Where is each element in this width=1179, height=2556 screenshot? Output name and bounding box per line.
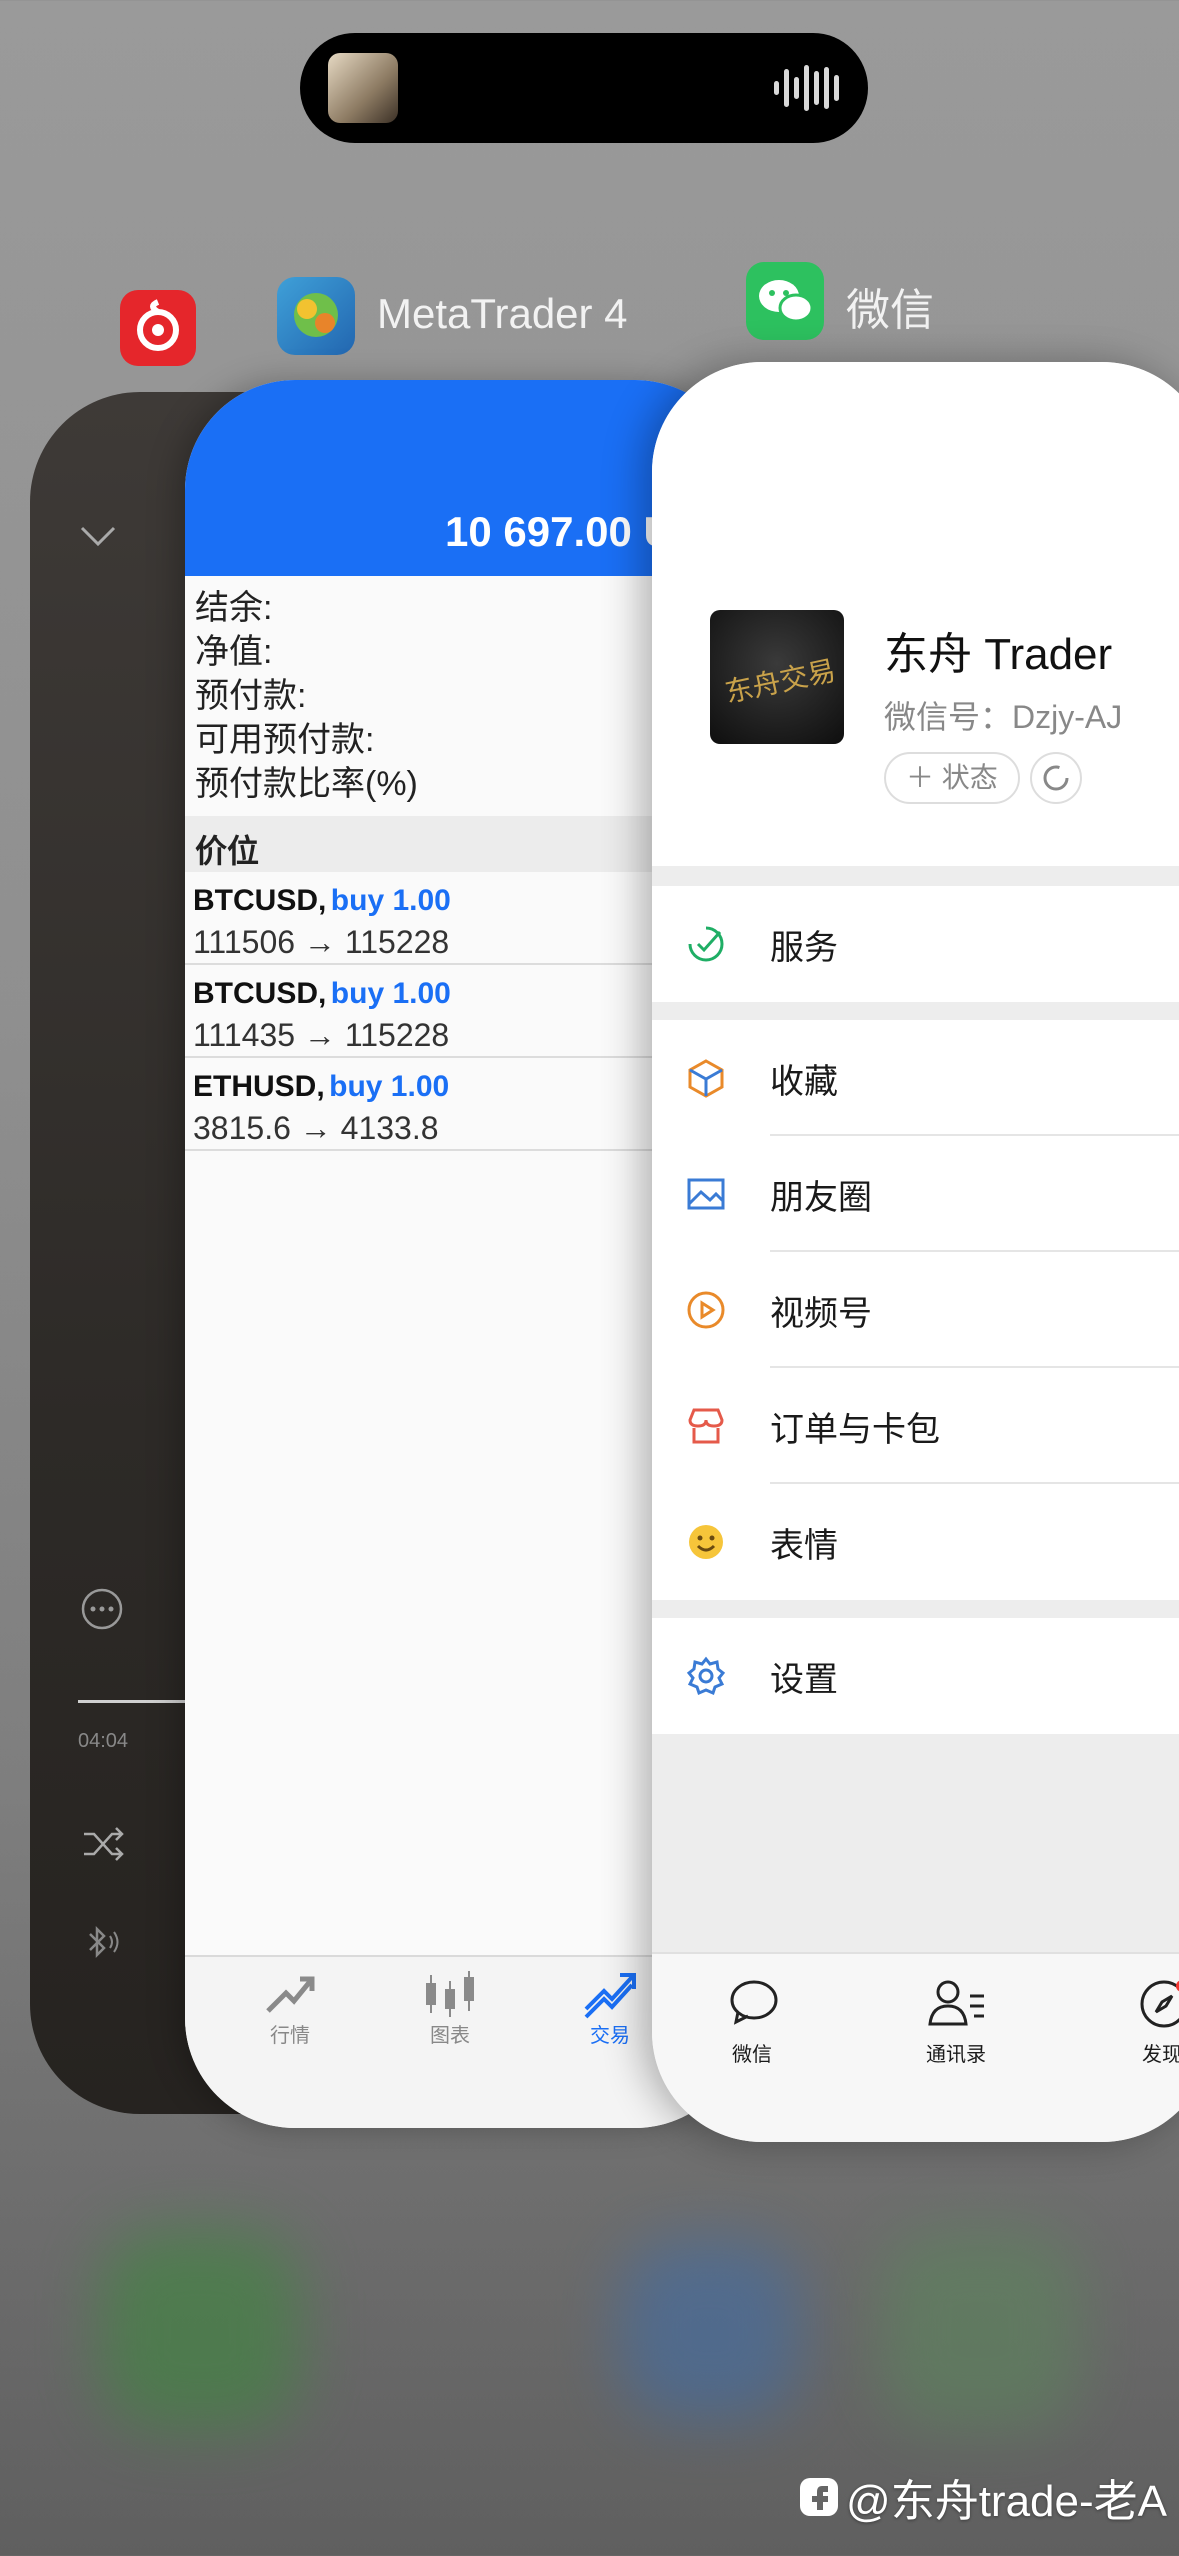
service-icon	[688, 926, 724, 962]
quotes-icon	[266, 1976, 315, 2013]
moments-icon	[687, 1178, 725, 1210]
sticker-icon	[689, 1525, 723, 1559]
wechat-icon[interactable]	[746, 262, 824, 340]
tab-discover[interactable]: 发现	[1102, 1972, 1179, 2092]
menu-item-channels[interactable]: 视频号	[652, 1252, 1179, 1368]
netease-music-icon[interactable]	[120, 290, 196, 366]
menu-item-service[interactable]: 服务	[652, 886, 1179, 1002]
shuffle-icon[interactable]	[82, 1824, 126, 1864]
position-side: buy 1.00	[330, 884, 451, 917]
position-prices: 111506 → 115228	[193, 924, 450, 960]
elapsed-time: 04:04	[78, 1730, 129, 1752]
watermark: @东舟trade-老A	[798, 2465, 1167, 2529]
avatar[interactable]: 东舟交易	[710, 610, 844, 744]
section-header-label: 价位	[195, 833, 260, 869]
menu-item-sticker[interactable]: 表情	[652, 1484, 1179, 1600]
more-icon[interactable]	[80, 1587, 124, 1631]
settings-icon	[686, 1656, 726, 1696]
wechat-tab-bar: 微信 通讯录 发现	[652, 1952, 1179, 2142]
menu-label: 视频号	[770, 1295, 872, 1333]
tab-contacts[interactable]: 通讯录	[896, 1972, 1016, 2092]
metatrader-icon[interactable]	[277, 277, 355, 355]
tab-label: 行情	[270, 2025, 310, 2047]
balance-value: 10 697.00 U	[445, 508, 674, 555]
profile-section[interactable]: 东舟交易 东舟 Trader 微信号：Dzjy-AJ ＋ 状态	[652, 362, 1179, 866]
status-ring-button[interactable]	[1030, 752, 1082, 804]
tab-quotes[interactable]: 行情	[230, 1969, 350, 2048]
dock-app-blur	[880, 2230, 1080, 2430]
tab-chats[interactable]: 微信	[692, 1972, 812, 2092]
bluetooth-audio-icon[interactable]	[82, 1922, 122, 1962]
dock-app-blur	[100, 2230, 300, 2430]
tab-chart[interactable]: 图表	[390, 1969, 510, 2048]
trade-icon	[584, 1973, 636, 2019]
audio-wave-icon	[774, 65, 839, 111]
avatar-logo-text: 东舟交易	[722, 653, 839, 710]
menu-label: 表情	[770, 1527, 838, 1565]
orders-icon	[688, 1408, 724, 1444]
position-side: buy 1.00	[329, 1070, 450, 1103]
position-prices: 3815.6 → 4133.8	[193, 1110, 439, 1146]
chat-icon	[730, 1980, 778, 2025]
dynamic-island[interactable]	[300, 33, 868, 143]
wechat-id: 微信号：Dzjy-AJ	[884, 699, 1123, 735]
menu-label: 收藏	[770, 1063, 838, 1101]
position-side: buy 1.00	[330, 977, 451, 1010]
menu-label: 朋友圈	[770, 1179, 872, 1217]
position-symbol: BTCUSD,	[193, 977, 327, 1010]
menu-item-settings[interactable]: 设置	[652, 1618, 1179, 1734]
position-symbol: BTCUSD,	[193, 884, 327, 917]
discover-icon	[1140, 1980, 1179, 2028]
channels-icon	[687, 1291, 725, 1329]
app-label-wechat: 微信	[846, 286, 934, 335]
profile-name: 东舟 Trader	[884, 630, 1113, 679]
watermark-text: @东舟trade-老A	[846, 2477, 1167, 2526]
menu-label: 服务	[770, 929, 838, 967]
app-label-metatrader: MetaTrader 4	[377, 290, 628, 337]
status-button[interactable]: ＋ 状态	[884, 752, 1020, 804]
tab-label: 微信	[732, 2044, 772, 2066]
menu-label: 订单与卡包	[770, 1411, 940, 1449]
menu-item-orders[interactable]: 订单与卡包	[652, 1368, 1179, 1484]
menu-label: 设置	[770, 1661, 838, 1699]
tab-label: 发现	[1142, 2044, 1179, 2066]
wechat-app-card[interactable]: 东舟交易 东舟 Trader 微信号：Dzjy-AJ ＋ 状态 服务 收藏 朋友…	[652, 362, 1179, 2142]
chevron-down-icon[interactable]	[78, 522, 118, 552]
album-art	[328, 53, 398, 123]
menu-item-moments[interactable]: 朋友圈	[652, 1136, 1179, 1252]
position-symbol: ETHUSD,	[193, 1070, 325, 1103]
candlestick-icon	[426, 1971, 474, 2017]
tab-label: 图表	[430, 2025, 470, 2047]
circle-icon	[1043, 765, 1069, 791]
contacts-icon	[928, 1980, 984, 2026]
position-prices: 111435 → 115228	[193, 1017, 450, 1053]
toutiao-icon	[800, 2478, 839, 2516]
favorites-icon	[688, 1059, 724, 1098]
dock-app-blur	[620, 2240, 800, 2420]
menu-item-favorites[interactable]: 收藏	[652, 1020, 1179, 1136]
tab-label: 通讯录	[926, 2044, 986, 2066]
